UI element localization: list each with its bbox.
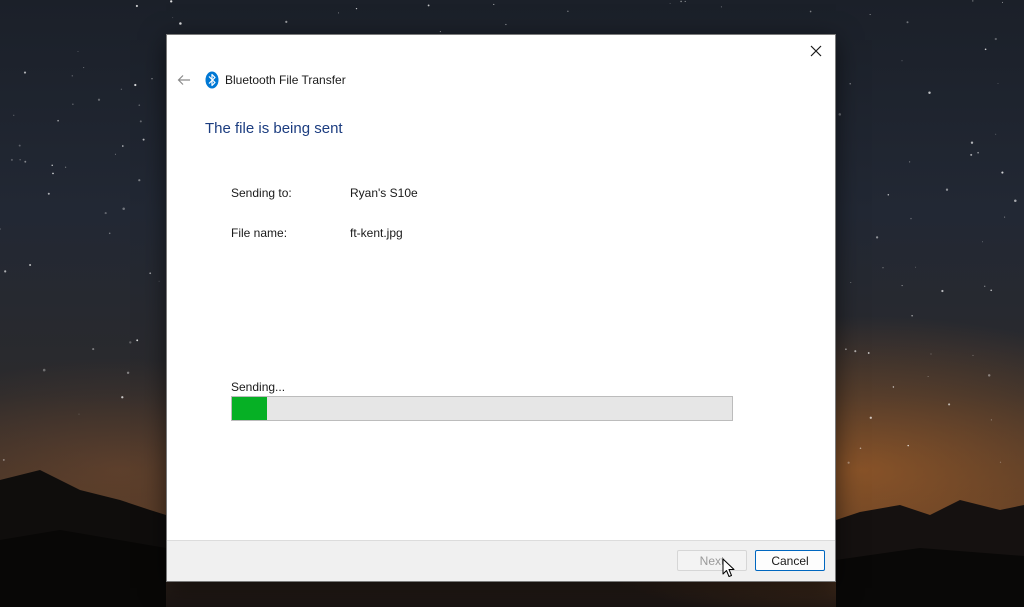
desktop-background: Bluetooth File Transfer The file is bein…	[0, 0, 1024, 607]
bluetooth-icon	[205, 71, 219, 89]
sending-status: Sending...	[231, 380, 286, 394]
sending-to-label: Sending to:	[231, 186, 292, 200]
file-name-value: ft-kent.jpg	[350, 226, 403, 240]
bluetooth-icon-wrapper	[205, 71, 219, 89]
cancel-button[interactable]: Cancel	[755, 550, 825, 571]
progress-bar-fill	[232, 397, 267, 420]
dialog-footer: Next Cancel	[167, 540, 835, 581]
next-button[interactable]: Next	[677, 550, 747, 571]
close-button[interactable]	[803, 39, 829, 63]
arrow-left-icon	[177, 75, 190, 85]
sending-to-value: Ryan's S10e	[350, 186, 418, 200]
page-heading: The file is being sent	[205, 120, 343, 137]
back-button[interactable]	[173, 69, 195, 91]
file-name-label: File name:	[231, 226, 288, 240]
window-title: Bluetooth File Transfer	[225, 73, 346, 87]
progress-bar	[231, 396, 733, 421]
close-icon	[810, 45, 822, 57]
title-bar: Bluetooth File Transfer	[173, 69, 346, 91]
bluetooth-transfer-dialog: Bluetooth File Transfer The file is bein…	[166, 34, 836, 582]
